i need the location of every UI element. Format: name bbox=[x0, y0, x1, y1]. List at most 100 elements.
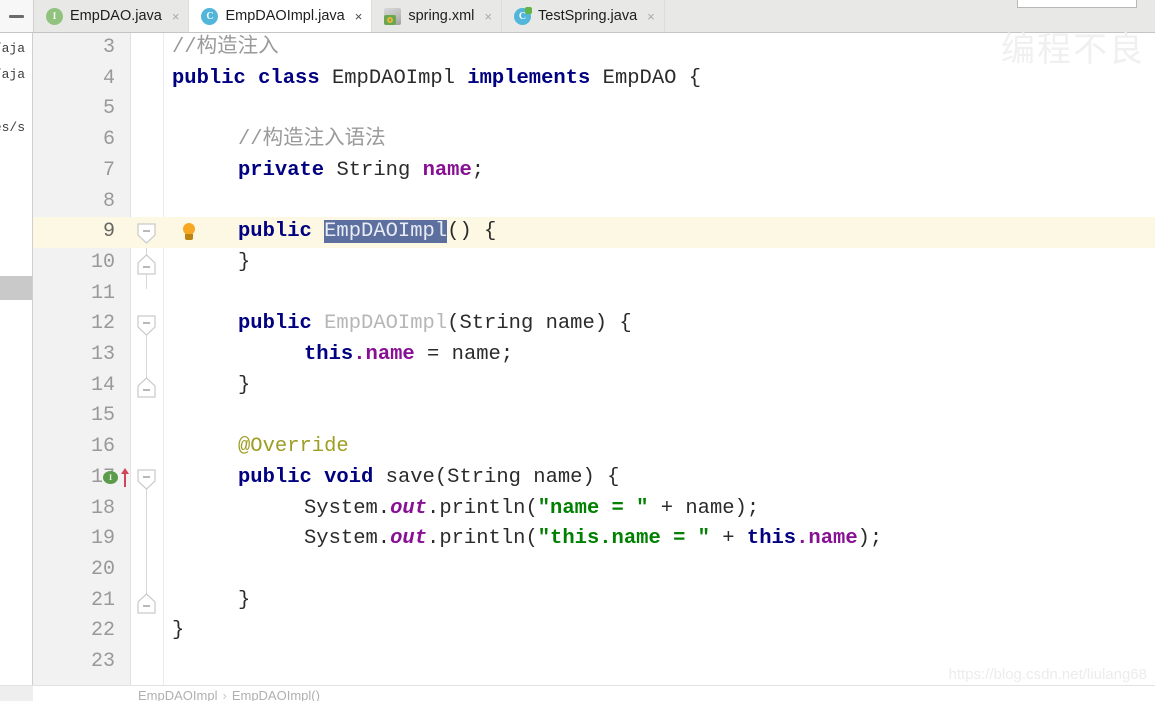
code-line-current[interactable]: 9 public EmpDAOImpl() { bbox=[33, 217, 1155, 248]
fold-collapse-icon[interactable] bbox=[137, 315, 156, 336]
token-field-ref: .name bbox=[796, 527, 858, 551]
code-line[interactable]: 15 bbox=[33, 401, 1155, 432]
line-number: 12 bbox=[90, 312, 115, 336]
token-field-ref: .name bbox=[353, 343, 415, 366]
token-class-name: EmpDAOImpl bbox=[331, 66, 455, 90]
token-keyword-private: private bbox=[238, 158, 325, 182]
tab-empdao-java[interactable]: I EmpDAO.java × bbox=[34, 0, 190, 32]
token-keyword-public: public bbox=[238, 220, 312, 244]
fold-end-icon[interactable] bbox=[137, 593, 156, 614]
token-system: System. bbox=[304, 527, 391, 551]
project-panel-sliver[interactable]: s/aja s/aja des/s bbox=[0, 33, 33, 701]
line-number: 11 bbox=[90, 281, 115, 305]
token-println: .println( bbox=[427, 527, 538, 551]
fold-collapse-icon[interactable] bbox=[137, 223, 156, 244]
line-number: 7 bbox=[102, 158, 115, 182]
code-line[interactable]: 18 System.out.println("name = " + name); bbox=[33, 494, 1155, 525]
token-brace: } bbox=[238, 250, 251, 274]
implementing-method-icon[interactable]: I bbox=[103, 467, 137, 489]
token-semicolon: ; bbox=[471, 158, 485, 182]
line-number: 13 bbox=[90, 343, 115, 366]
spring-xml-icon bbox=[384, 7, 402, 25]
code-line[interactable]: 6 //构造注入语法 bbox=[33, 125, 1155, 156]
minimize-icon bbox=[9, 14, 24, 18]
code-line[interactable]: 8 bbox=[33, 187, 1155, 218]
code-line[interactable]: 5 bbox=[33, 94, 1155, 125]
tab-close-icon[interactable]: × bbox=[172, 10, 180, 23]
fold-end-icon[interactable] bbox=[137, 377, 156, 398]
token-rest: (String name) { bbox=[447, 312, 632, 336]
code-line[interactable]: 19 System.out.println("this.name = " + t… bbox=[33, 524, 1155, 555]
code-line[interactable]: 14 } bbox=[33, 371, 1155, 402]
token-plus: + bbox=[709, 527, 747, 551]
sliver-selected-row bbox=[0, 276, 32, 300]
code-line[interactable]: 4 public class EmpDAOImpl implements Emp… bbox=[33, 64, 1155, 95]
code-line[interactable]: 10 } bbox=[33, 248, 1155, 279]
tab-close-icon[interactable]: × bbox=[355, 10, 363, 23]
collapse-panel-button[interactable] bbox=[0, 0, 34, 32]
tab-close-icon[interactable]: × bbox=[484, 10, 492, 23]
line-number: 8 bbox=[102, 189, 115, 213]
fold-collapse-icon[interactable] bbox=[137, 469, 156, 490]
token-assignment: = name; bbox=[414, 343, 514, 366]
selected-identifier[interactable]: EmpDAOImpl bbox=[324, 220, 448, 244]
lightbulb-base bbox=[185, 234, 193, 240]
code-line[interactable]: 20 bbox=[33, 555, 1155, 586]
lightbulb-icon[interactable] bbox=[180, 223, 198, 243]
token-method-signature: save(String name) { bbox=[373, 465, 620, 489]
tab-label: spring.xml bbox=[408, 8, 475, 24]
token-annotation-override: @Override bbox=[238, 435, 349, 459]
tab-empdaoimpl-java[interactable]: C EmpDAOImpl.java × bbox=[189, 0, 373, 32]
token-keyword-public: public bbox=[238, 465, 312, 489]
token-keyword-implements: implements bbox=[467, 66, 591, 90]
code-line[interactable]: 17 public void save(String name) { bbox=[33, 463, 1155, 494]
code-line[interactable]: 3 //构造注入 bbox=[33, 33, 1155, 64]
code-line[interactable]: 7 private String name; bbox=[33, 156, 1155, 187]
breadcrumb[interactable]: EmpDAOImpl › EmpDAOImpl() bbox=[138, 688, 320, 701]
line-number: 21 bbox=[90, 588, 115, 612]
code-line[interactable]: 12 public EmpDAOImpl(String name) { bbox=[33, 309, 1155, 340]
token-comment: //构造注入 bbox=[172, 36, 279, 59]
breadcrumb-class[interactable]: EmpDAOImpl bbox=[138, 688, 217, 701]
code-lines[interactable]: 3 //构造注入 4 public class EmpDAOImpl imple… bbox=[33, 33, 1155, 685]
code-line[interactable]: 11 bbox=[33, 279, 1155, 310]
token-system: System. bbox=[304, 496, 391, 520]
line-number: 4 bbox=[102, 66, 115, 90]
token-static-out: out bbox=[390, 496, 428, 520]
line-number: 6 bbox=[102, 128, 115, 152]
token-keyword-void: void bbox=[324, 465, 374, 489]
code-line[interactable]: 22 } bbox=[33, 616, 1155, 647]
token-keyword-this: this bbox=[304, 343, 354, 366]
token-keyword-public: public bbox=[172, 66, 246, 90]
class-icon: C bbox=[514, 6, 532, 25]
code-line[interactable]: 21 } bbox=[33, 586, 1155, 617]
code-line[interactable]: 13 this.name = name; bbox=[33, 340, 1155, 371]
token-comment: //构造注入语法 bbox=[238, 128, 386, 152]
sliver-fragment: s/aja bbox=[0, 67, 26, 82]
breadcrumb-separator: › bbox=[222, 688, 227, 701]
token-brace: } bbox=[172, 619, 185, 643]
line-number: 16 bbox=[90, 435, 115, 459]
fold-end-icon[interactable] bbox=[137, 254, 156, 275]
token-string-literal: "this.name = " bbox=[537, 527, 710, 551]
tab-testspring-java[interactable]: C TestSpring.java × bbox=[502, 0, 665, 32]
code-line[interactable]: 16 @Override bbox=[33, 432, 1155, 463]
search-field-sliver[interactable] bbox=[1017, 0, 1137, 8]
line-number: 3 bbox=[102, 36, 115, 59]
line-number: 14 bbox=[90, 373, 115, 397]
tab-label: EmpDAO.java bbox=[70, 8, 162, 24]
token-rest: () { bbox=[447, 220, 497, 244]
line-number: 5 bbox=[102, 97, 115, 121]
token-keyword-this: this bbox=[746, 527, 797, 551]
breadcrumb-member[interactable]: EmpDAOImpl() bbox=[232, 688, 320, 701]
code-editor[interactable]: 3 //构造注入 4 public class EmpDAOImpl imple… bbox=[33, 33, 1155, 685]
code-line[interactable]: 23 bbox=[33, 647, 1155, 678]
tab-spring-xml[interactable]: spring.xml × bbox=[372, 0, 502, 32]
token-interface-name: EmpDAO bbox=[602, 66, 677, 90]
editor-tab-bar: I EmpDAO.java × C EmpDAOImpl.java × spri… bbox=[0, 0, 1155, 33]
token-brace: { bbox=[688, 66, 702, 90]
token-println: .println( bbox=[427, 496, 538, 520]
tab-close-icon[interactable]: × bbox=[647, 10, 655, 23]
line-number: 20 bbox=[90, 557, 115, 581]
breadcrumb-bar[interactable]: EmpDAOImpl › EmpDAOImpl() bbox=[33, 685, 1155, 701]
